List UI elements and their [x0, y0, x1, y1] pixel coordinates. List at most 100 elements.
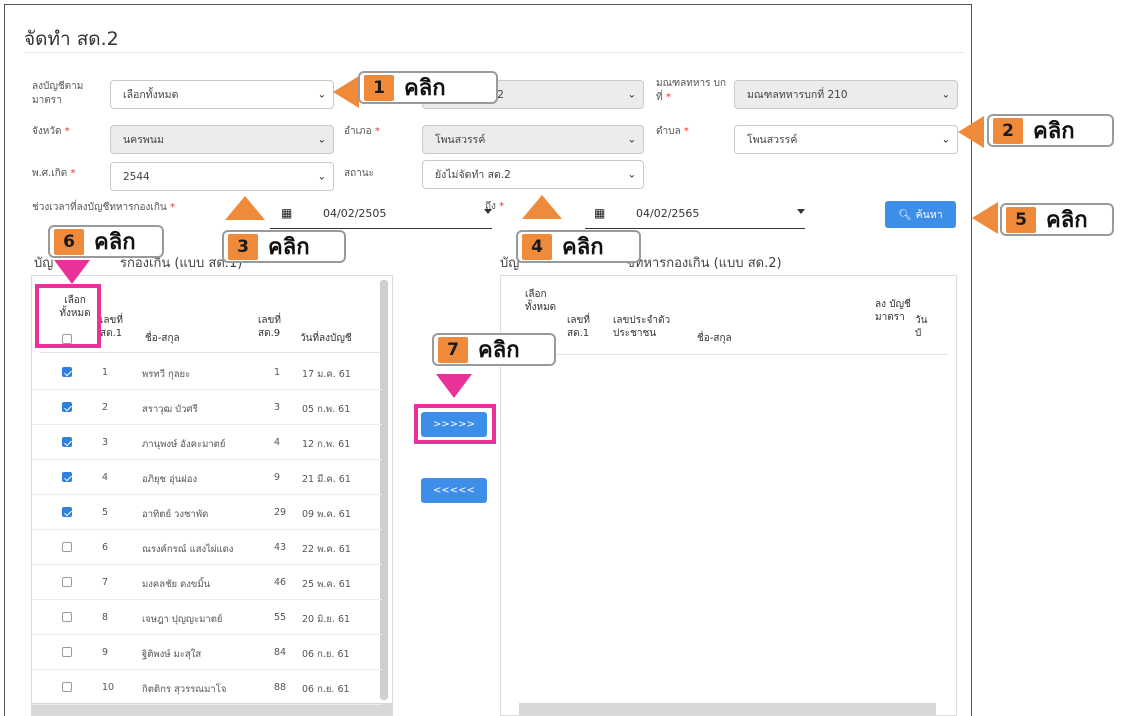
- law-header: ลง บัญชี มาตรา: [875, 299, 911, 323]
- row-reg-date: 20 มิ.ย. 61: [302, 614, 351, 625]
- to-label: ถึง *: [485, 201, 505, 212]
- row-sd1-no: 10: [102, 682, 115, 693]
- row-sd9-no: 29: [274, 507, 287, 518]
- arrow-icon: [225, 196, 265, 220]
- chevron-down-icon: ⌄: [627, 89, 636, 100]
- calendar-icon[interactable]: ▦: [281, 206, 292, 220]
- callout-4: 4 คลิก: [516, 230, 641, 263]
- title-divider: [24, 52, 964, 53]
- period-label: ช่วงเวลาที่ลงบัญชีทหารกองเกิน *: [32, 202, 175, 213]
- search-button-label: ค้นหา: [915, 209, 943, 221]
- table-row[interactable]: 9 ฐิติพงษ์ มะสุใส 84 06 ก.ย. 61: [32, 635, 382, 670]
- arrow-icon: [972, 202, 998, 234]
- table-row[interactable]: 1 พรทวี กุลยะ 1 17 ม.ค. 61: [32, 355, 382, 390]
- tambon-select[interactable]: โพนสวรรค์ ⌄: [734, 125, 958, 154]
- circle-label: มณฑลทหาร บกที่ *: [656, 78, 727, 103]
- page-title: จัดทำ สด.2: [24, 28, 119, 50]
- date-from-value: 04/02/2505: [323, 207, 387, 220]
- row-sd9-no: 1: [274, 367, 281, 378]
- row-reg-date: 25 พ.ค. 61: [302, 579, 351, 590]
- row-checkbox[interactable]: [62, 507, 72, 517]
- row-name: กิตติกร สุวรรณมาโจ: [142, 684, 227, 695]
- table-row[interactable]: 11ชลิงกูรย์ ราชรามทอง9706 ก.ย. 61: [32, 705, 382, 715]
- row-name: พรทวี กุลยะ: [142, 369, 191, 380]
- sd1-no-header: เลขที่ สด.1: [100, 315, 123, 339]
- move-right-highlight: [414, 404, 496, 444]
- table-row[interactable]: 10 กิตติกร สุวรรณมาโจ 88 06 ก.ย. 61: [32, 670, 382, 705]
- circle-select[interactable]: มณฑลทหารบกที่ 210 ⌄: [734, 80, 958, 109]
- id-card-header: เลขประจำตัว ประชาชน: [613, 315, 671, 339]
- row-sd1-no: 6: [102, 542, 109, 553]
- arrow-icon: [958, 116, 984, 148]
- row-checkbox[interactable]: [62, 367, 72, 377]
- move-left-button[interactable]: <<<<<: [421, 478, 487, 503]
- row-sd9-no: 43: [274, 542, 287, 553]
- chevron-down-icon: ⌄: [627, 134, 636, 145]
- row-checkbox[interactable]: [62, 612, 72, 622]
- row-checkbox[interactable]: [62, 542, 72, 552]
- row-reg-date: 05 ก.พ. 61: [302, 404, 351, 415]
- chevron-down-icon: ⌄: [941, 89, 950, 100]
- circle-select-value: มณฑลทหารบกที่ 210: [747, 89, 848, 101]
- date-to-value: 04/02/2565: [636, 207, 700, 220]
- arrow-icon: [54, 260, 90, 284]
- header-divider: [40, 352, 380, 353]
- sd1-no-header: เลขที่ สด.1: [567, 315, 590, 339]
- amphoe-label: อำเภอ *: [344, 126, 380, 137]
- table-row[interactable]: 7 มงคลชัย ดงขมิ้น 46 25 พ.ค. 61: [32, 565, 382, 600]
- callout-number: 1: [364, 74, 394, 101]
- search-button[interactable]: 🔍︎ ค้นหา: [885, 201, 956, 228]
- row-reg-date: 12 ก.พ. 61: [302, 439, 351, 450]
- birth-year-select[interactable]: 2544 ⌄: [110, 162, 334, 191]
- calendar-icon[interactable]: ▦: [594, 206, 605, 220]
- arrow-icon: [522, 195, 562, 219]
- law-label: ลงบัญชีตาม มาตรา: [32, 81, 84, 106]
- row-sd1-no: 3: [102, 437, 109, 448]
- amphoe-select[interactable]: โพนสวรรค์ ⌄: [422, 125, 644, 154]
- row-reg-date: 06 ก.ย. 61: [302, 684, 350, 695]
- right-panel-title: ชีทหารกองเกิน (แบบ สด.2): [626, 256, 782, 271]
- table-row[interactable]: 8 เจษฎา ปุญญะมาตย์ 55 20 มิ.ย. 61: [32, 600, 382, 635]
- row-checkbox[interactable]: [62, 577, 72, 587]
- callout-7: 7 คลิก: [432, 333, 556, 366]
- row-name: ฐิติพงษ์ มะสุใส: [142, 649, 202, 660]
- row-sd9-no: 4: [274, 437, 281, 448]
- status-select-value: ยังไม่จัดทำ สด.2: [435, 169, 511, 181]
- row-checkbox[interactable]: [62, 437, 72, 447]
- date-to-chevron-icon[interactable]: [797, 209, 805, 214]
- table-row[interactable]: 3 ภานุพงษ์ อังคะมาตย์ 4 12 ก.พ. 61: [32, 425, 382, 460]
- row-sd9-no: 46: [274, 577, 287, 588]
- callout-number: 2: [993, 117, 1023, 144]
- sd2-list-panel: เลือก ทั้งหมด เลขที่ สด.1 เลขประจำตัว ปร…: [500, 275, 957, 716]
- row-sd1-no: 5: [102, 507, 109, 518]
- chevron-down-icon: ⌄: [941, 134, 950, 145]
- row-checkbox[interactable]: [62, 472, 72, 482]
- callout-text: คลิก: [1046, 208, 1088, 233]
- date-to-input[interactable]: [585, 228, 805, 229]
- row-sd9-no: 88: [274, 682, 287, 693]
- table-row[interactable]: 5 อาทิตย์ วงชาพัด 29 09 พ.ค. 61: [32, 495, 382, 530]
- row-checkbox[interactable]: [62, 682, 72, 692]
- table-row[interactable]: 6 ณรงค์กรณ์ แสงไผ่แดง 43 22 พ.ค. 61: [32, 530, 382, 565]
- table-row[interactable]: 4 อภิยุช อุ่นผ่อง 9 21 มี.ค. 61: [32, 460, 382, 495]
- row-name: ณรงค์กรณ์ แสงไผ่แดง: [142, 544, 234, 555]
- select-all-highlight: [35, 284, 101, 348]
- law-select[interactable]: เลือกทั้งหมด ⌄: [110, 80, 334, 109]
- row-sd1-no: 4: [102, 472, 109, 483]
- row-sd9-no: 9: [274, 472, 281, 483]
- row-checkbox[interactable]: [62, 647, 72, 657]
- horizontal-scrollbar[interactable]: [519, 703, 936, 715]
- arrow-icon: [333, 76, 359, 108]
- province-select-value: นครพนม: [123, 134, 164, 146]
- row-reg-date: 22 พ.ค. 61: [302, 544, 351, 555]
- select-all-header: เลือก ทั้งหมด: [525, 289, 557, 313]
- law-select-value: เลือกทั้งหมด: [123, 89, 179, 101]
- arrow-icon: [436, 374, 472, 398]
- row-checkbox[interactable]: [62, 402, 72, 412]
- row-reg-date: 06 ก.ย. 61: [302, 649, 350, 660]
- callout-text: คลิก: [478, 338, 520, 363]
- province-select[interactable]: นครพนม ⌄: [110, 125, 334, 154]
- birth-year-label: พ.ศ.เกิด *: [32, 168, 76, 179]
- table-row[interactable]: 2 สราวุฒ บัวศรี 3 05 ก.พ. 61: [32, 390, 382, 425]
- status-select[interactable]: ยังไม่จัดทำ สด.2 ⌄: [422, 160, 644, 189]
